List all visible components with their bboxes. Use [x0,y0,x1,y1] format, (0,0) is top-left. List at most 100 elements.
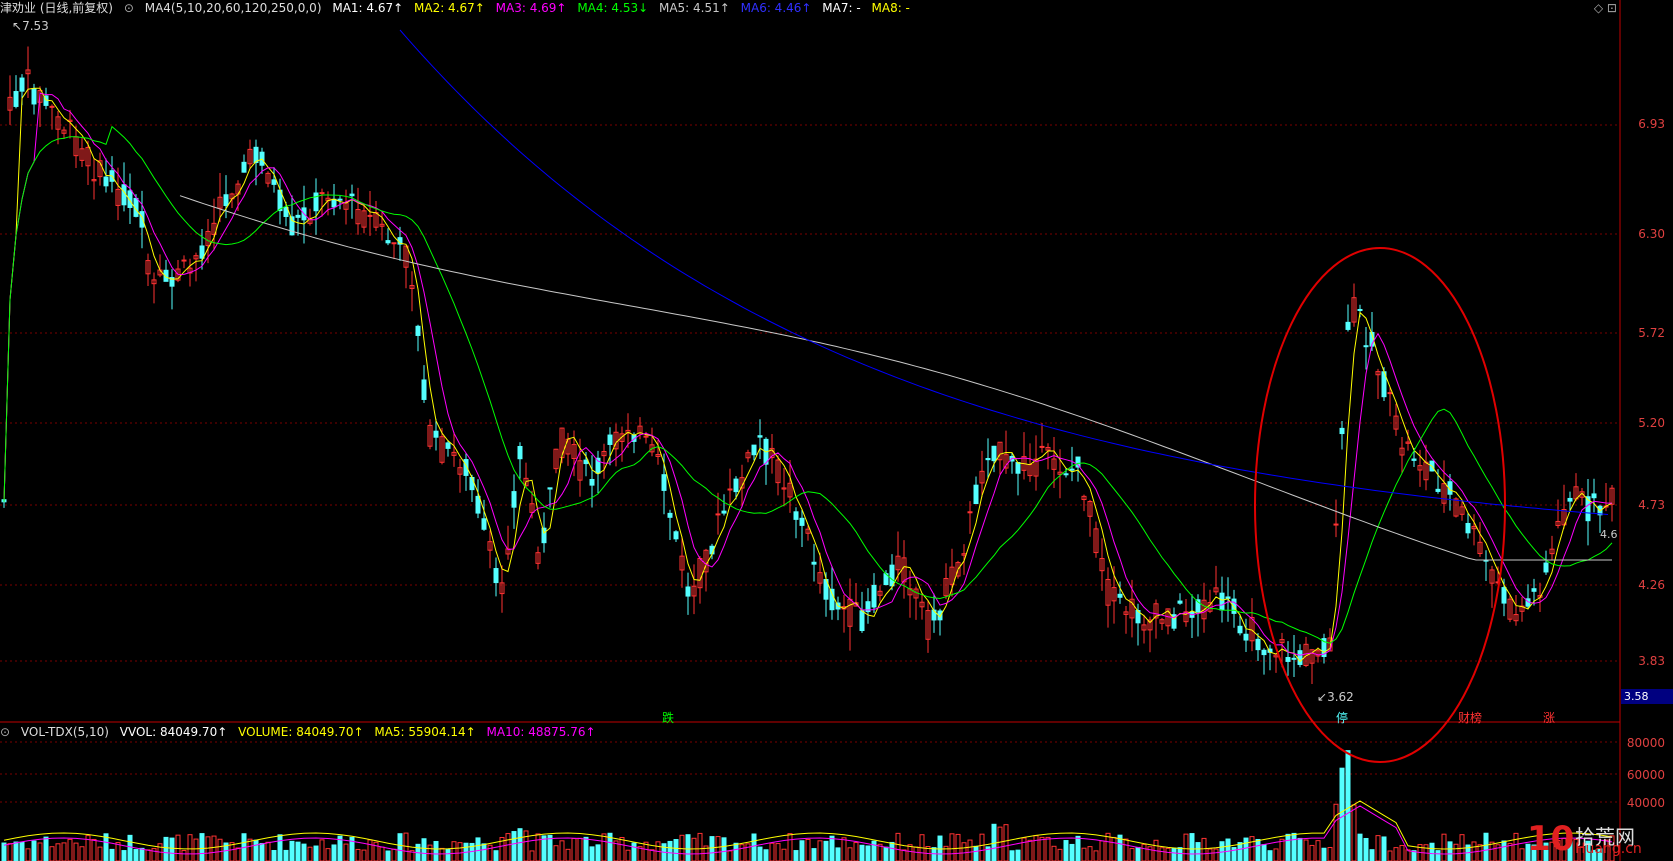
candle-body [1261,649,1267,656]
volume-bar [757,846,763,861]
stock-title[interactable]: 津劝业 (日线,前复权) [0,1,113,15]
candle-body [415,325,421,336]
volume-bar [1129,848,1135,861]
candle-body [829,588,835,611]
candle-body [667,512,673,518]
ma3-line [3,92,1613,656]
volume-bar [55,843,61,861]
candle-body [871,584,877,608]
candle-body [889,564,895,587]
candle-body [1225,596,1231,599]
indicator-settings-icon[interactable]: ⊙ [124,1,134,15]
candle-body [391,242,397,245]
candle-body [349,193,355,197]
candle-body [1237,625,1243,634]
volume-bar [631,842,637,861]
candle-body [1297,650,1303,665]
volume-bar [979,833,985,861]
volume-bar [787,833,793,861]
vol-indicator-name[interactable]: VOL-TDX(5,10) [21,725,109,739]
volume-bar [1351,804,1357,861]
candle-body [139,211,145,228]
volume-bar [319,839,325,861]
candle-body [589,478,595,486]
volume-bar [13,841,19,861]
candle-body [673,531,679,540]
candle-body [481,518,487,530]
ma-indicator-name[interactable]: MA4(5,10,20,60,120,250,0,0) [145,1,322,15]
candle-body [1435,488,1441,492]
volume-bar [667,840,673,861]
volume-bar [277,834,283,861]
volume-bar [835,847,841,861]
event-marker-rise[interactable]: 涨 [1543,709,1555,726]
volume-bar [1099,840,1105,861]
volume-bar [559,840,565,861]
volume-bar [181,849,187,861]
volume-bar [253,839,259,861]
candle-body [1063,473,1069,476]
candle-body [421,379,427,400]
candle-body [1339,427,1345,435]
volume-bar [1273,848,1279,861]
candle-body [337,198,343,201]
volume-bar [1309,844,1315,861]
ma3-value: MA3: 4.69↑ [495,1,567,15]
candle-body [13,91,19,107]
candle-body [1231,598,1237,614]
volume-bar [1267,850,1273,861]
price-tick: 3.83 [1638,654,1665,668]
volume-bar [1315,840,1321,861]
volume-bar [1447,841,1453,861]
volume-bar [865,845,871,861]
candle-body [973,484,979,505]
window-controls[interactable]: ◇ ⊡ [1594,1,1617,15]
volume-bar [571,838,577,861]
candle-body [121,184,127,206]
volume-bar [493,850,499,861]
volume-bar [259,842,265,861]
volume-bar [1225,838,1231,861]
volume-bar [697,832,703,861]
candle-body [1255,638,1261,651]
volume-bar [1201,837,1207,861]
volume-bar [313,845,319,861]
volume-bar [811,848,817,861]
volume-bar [1075,835,1081,861]
volume-bar [1303,839,1309,861]
candle-body [31,88,37,105]
event-marker-fall[interactable]: 跌 [662,709,674,726]
volume-bar [829,835,835,861]
volume-bar [211,835,217,861]
vvol-value: VVOL: 84049.70↑ [119,725,228,739]
volume-bar [487,844,493,861]
volume-bar [427,844,433,861]
candle-body [1567,497,1573,502]
volume-bar [1081,847,1087,861]
volume-bar [727,850,733,861]
vol-ma5-value: MA5: 55904.14↑ [374,725,476,739]
price-tick: 6.30 [1638,227,1665,241]
volume-bar [1069,843,1075,861]
price-tick: 5.20 [1638,416,1665,430]
volume-bar [1333,803,1339,861]
candle-body [223,194,229,207]
volume-bar [931,847,937,861]
volume-bar [343,843,349,861]
volume-bar [97,846,103,861]
volume-bar [1189,833,1195,861]
volume-bar [79,846,85,861]
logo-subtext: Huang.cn [1575,841,1642,857]
volume-settings-icon[interactable]: ⊙ [0,725,10,739]
volume-bar [535,833,541,861]
event-marker-halt[interactable]: 停 [1336,709,1348,726]
price-tick: 4.26 [1638,578,1665,592]
volume-bar [799,840,805,861]
ma8-value: MA8: - [871,1,910,15]
volume-bar [775,843,781,861]
volume-bar [475,837,481,861]
volume-bar [955,833,961,861]
volume-bar [457,842,463,861]
volume-bar [1357,833,1363,861]
event-marker-report[interactable]: 财榜 [1458,709,1482,726]
